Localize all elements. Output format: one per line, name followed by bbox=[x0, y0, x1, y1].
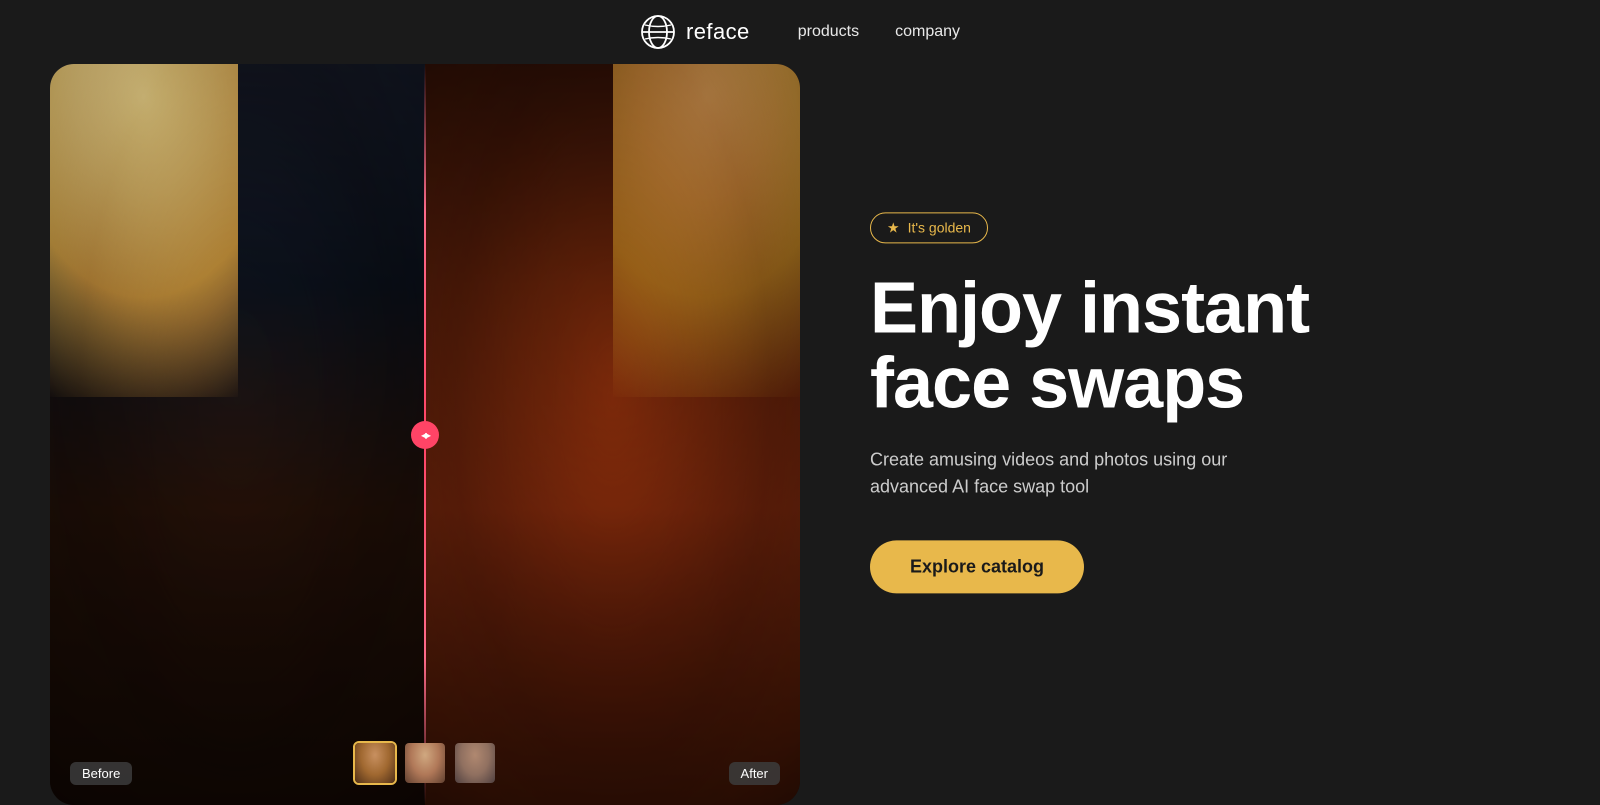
star-icon: ★ bbox=[887, 219, 900, 236]
after-label: After bbox=[729, 762, 780, 785]
hero-content: ★ It's golden Enjoy instant face swaps C… bbox=[870, 212, 1430, 593]
thumbnail-row bbox=[353, 741, 497, 785]
face-features-right bbox=[425, 64, 800, 805]
face-after bbox=[425, 64, 800, 805]
logo-icon bbox=[640, 14, 676, 50]
before-label: Before bbox=[70, 762, 132, 785]
thumbnail-1[interactable] bbox=[353, 741, 397, 785]
nav-links: products company bbox=[798, 23, 960, 41]
thumbnail-2-image bbox=[405, 743, 445, 783]
nav-products[interactable]: products bbox=[798, 23, 859, 41]
nav-company[interactable]: company bbox=[895, 23, 960, 41]
thumbnail-3-image bbox=[455, 743, 495, 783]
thumbnail-3[interactable] bbox=[453, 741, 497, 785]
badge-label: It's golden bbox=[908, 219, 971, 235]
drag-arrows-icon: ◂▸ bbox=[421, 428, 429, 442]
logo[interactable]: reface bbox=[640, 14, 750, 50]
thumbnail-1-image bbox=[355, 743, 395, 783]
face-before bbox=[50, 64, 425, 805]
hero-image-comparison: ◂▸ Before After bbox=[50, 64, 800, 805]
thumbnail-2[interactable] bbox=[403, 741, 447, 785]
hero-title-line2: face swaps bbox=[870, 344, 1244, 424]
hero-title: Enjoy instant face swaps bbox=[870, 271, 1430, 422]
navbar: reface products company bbox=[0, 0, 1600, 64]
drag-handle[interactable]: ◂▸ bbox=[411, 421, 439, 449]
golden-badge: ★ It's golden bbox=[870, 212, 988, 243]
face-features-left bbox=[50, 64, 425, 805]
hero-subtitle: Create amusing videos and photos using o… bbox=[870, 446, 1270, 500]
hero-title-line1: Enjoy instant bbox=[870, 268, 1309, 348]
logo-text: reface bbox=[686, 19, 750, 45]
explore-catalog-button[interactable]: Explore catalog bbox=[870, 540, 1084, 593]
